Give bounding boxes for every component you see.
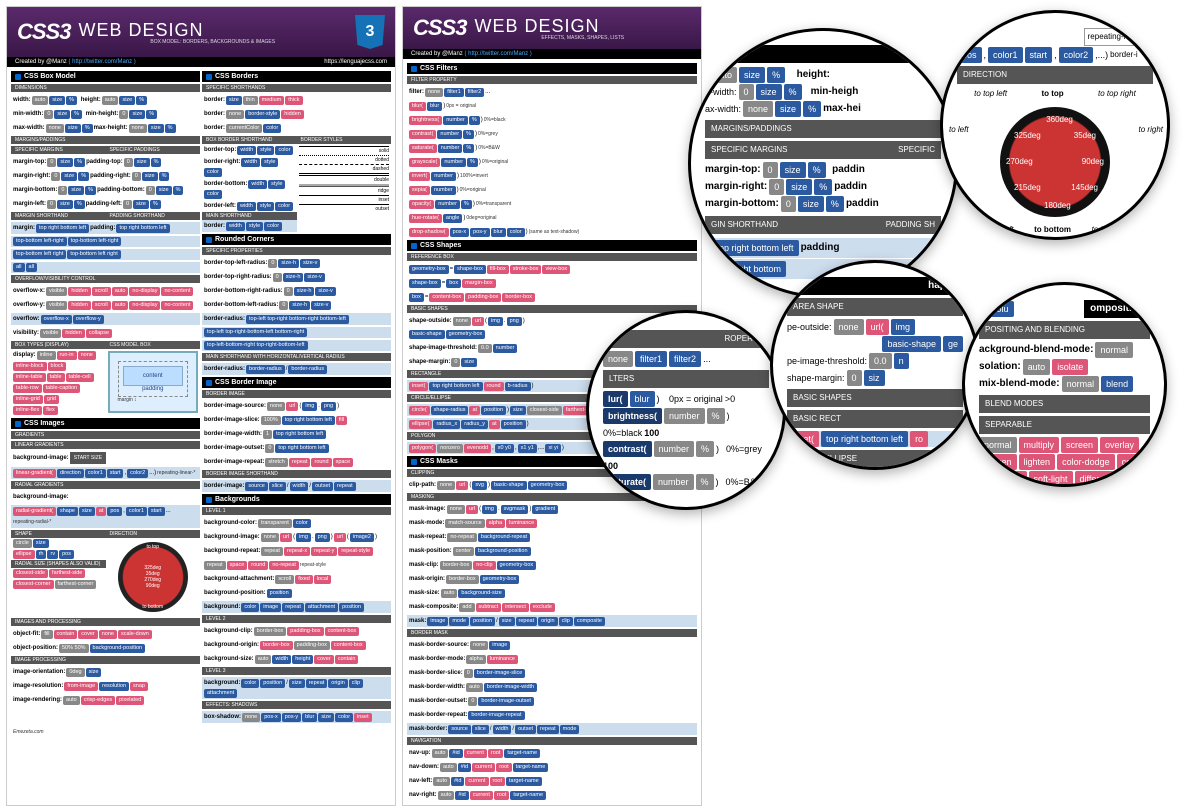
direction-dial-zoom: 360deg 325deg 35deg 270deg 90deg 215deg …: [1000, 107, 1110, 217]
sec-box-model: CSS Box Model: [11, 71, 200, 82]
sec-filters: CSS Filters: [407, 63, 697, 74]
subtitle-1: BOX MODEL: BORDERS, BACKGROUNDS & IMAGES: [78, 39, 347, 45]
sec-borders: CSS Borders: [202, 71, 391, 82]
direction-dial: to top 325deg35deg 270deg90deg to bottom: [118, 542, 188, 612]
model-box-diagram: contentpadding margin ↕: [108, 351, 199, 413]
header-1: CSS3 WEB DESIGN BOX MODEL: BORDERS, BACK…: [7, 7, 395, 57]
sec-images: CSS Images: [11, 418, 200, 429]
border-styles-legend: solid dotted dashed double ridge inset o…: [297, 144, 392, 214]
sec-backgrounds: Backgrounds: [202, 494, 391, 505]
twitter-link[interactable]: ( http://twitter.com/Manz ): [68, 59, 135, 65]
zoom-lens-2: repeating-radial-* pos,color1start,color…: [940, 10, 1170, 240]
credit-bar: Created by @Manz ( http://twitter.com/Ma…: [7, 57, 395, 67]
zoom-lens-4: hapes AREA SHAPE pe-outside: noneurl(img…: [770, 260, 980, 470]
title: WEB DESIGN: [78, 20, 347, 41]
zoom-lens-5: resoluompositing POSITING AND BLENDING a…: [962, 282, 1167, 487]
logo: CSS3: [17, 19, 70, 45]
direction-header: DIRECTION: [957, 66, 1153, 84]
footer-brand: Emezeta.com: [7, 727, 395, 737]
zoom-lens-3: ROPERTY nonefilter1filter2 ... LTERS lur…: [586, 310, 786, 510]
sheet-1: CSS3 WEB DESIGN BOX MODEL: BORDERS, BACK…: [6, 6, 396, 806]
sec-rounded: Rounded Corners: [202, 234, 391, 245]
sec-border-image: CSS Border Image: [202, 377, 391, 388]
zoom-lens-1: Model : autosize% height: n-width: 0size…: [688, 28, 958, 298]
css3-icon: 3: [355, 15, 385, 49]
sec-shapes: CSS Shapes: [407, 240, 697, 251]
